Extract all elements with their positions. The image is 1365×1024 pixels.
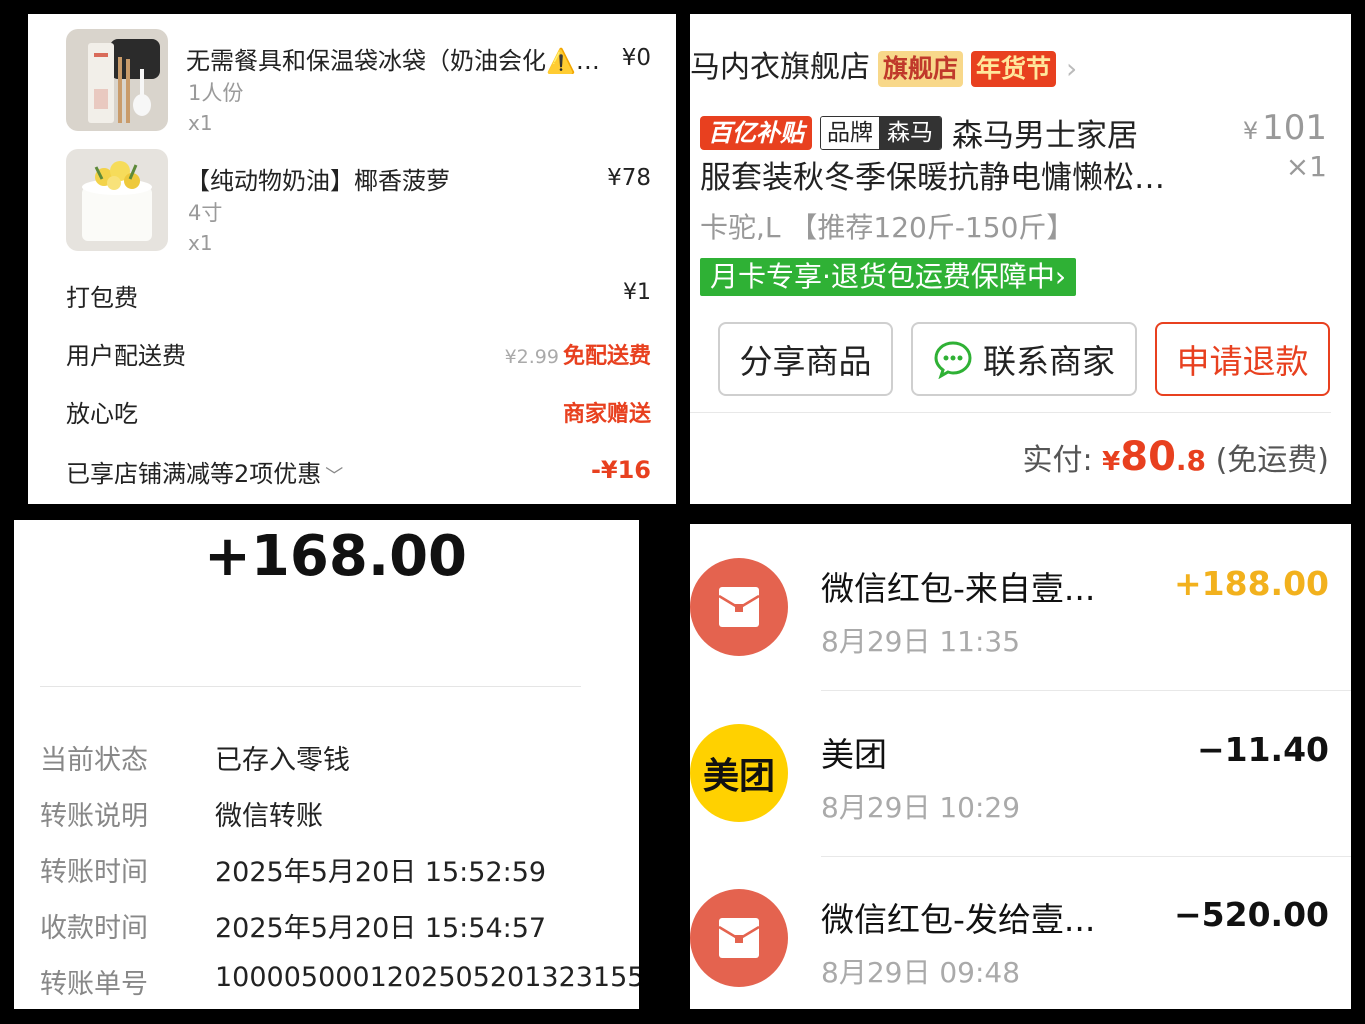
- row-label: 转账单号: [40, 969, 148, 1000]
- return-shipping-promo[interactable]: 月卡专享·退货包运费保障中›: [700, 258, 1077, 296]
- order-item-cake[interactable]: 【纯动物奶油】椰香菠萝 4寸 x1 ¥78: [66, 149, 651, 255]
- tableware-thumbnail: [66, 29, 168, 131]
- row-value: 微信转账: [215, 801, 323, 832]
- row-value: 2025年5月20日 15:54:57: [215, 913, 547, 944]
- delivery-fee-label: 用户配送费: [66, 342, 186, 370]
- product-qty: ×1: [1285, 150, 1327, 183]
- transaction-row[interactable]: 美团 美团 8月29日 10:29 −11.40: [690, 690, 1351, 850]
- product-order-panel: 马内衣旗舰店 旗舰店 年货节 › 百亿补贴 品牌 森马 森马男士家居 服套装秋冬季保暖抗静电…: [690, 14, 1351, 504]
- wallet-transactions-panel: 微信红包-来自壹... 8月29日 11:35 +188.00 美团 美团 8月…: [690, 524, 1351, 1009]
- receive-time-row: 收款时间 2025年5月20日 15:54:57: [40, 906, 630, 946]
- note-row: 转账说明 微信转账: [40, 794, 630, 834]
- row-value: 已存入零钱: [215, 745, 350, 776]
- paid-decimal: .8: [1175, 444, 1207, 477]
- item-price: ¥78: [607, 165, 651, 191]
- product-title-line2[interactable]: 服套装秋冬季保暖抗静电慵懒松…: [700, 152, 1165, 197]
- transaction-row[interactable]: 微信红包-发给壹... 8月29日 09:48 −520.00: [690, 855, 1351, 1009]
- row-label: 转账时间: [40, 857, 148, 888]
- transaction-title: 微信红包-发给壹...: [821, 900, 1096, 939]
- subsidy-badge: 百亿补贴: [700, 115, 812, 150]
- transfer-receipt-panel: +168.00 当前状态 已存入零钱 转账说明 微信转账 转账时间 2025年5…: [14, 520, 639, 1009]
- free-delivery-text: 免配送费: [562, 344, 651, 369]
- flagship-tag: 旗舰店: [878, 50, 964, 87]
- item-qty: x1: [188, 111, 213, 135]
- item-spec: 4寸: [188, 201, 223, 225]
- status-row: 当前状态 已存入零钱: [40, 738, 630, 778]
- row-value: 2025年5月20日 15:52:59: [215, 857, 547, 888]
- packing-fee-row: 打包费 ¥1: [66, 274, 651, 314]
- cake-thumbnail: [66, 149, 168, 251]
- transfer-time-row: 转账时间 2025年5月20日 15:52:59: [40, 850, 630, 890]
- price-currency: ¥: [1242, 117, 1259, 145]
- meituan-logo: 美团: [690, 724, 788, 822]
- discount-value: -¥16: [590, 456, 651, 484]
- row-label: 转账说明: [40, 801, 148, 832]
- transaction-time: 8月29日 11:35: [821, 625, 1021, 658]
- paid-integer: 80: [1120, 434, 1176, 480]
- share-product-button[interactable]: 分享商品: [718, 322, 893, 396]
- paid-label: 实付:: [1022, 443, 1093, 478]
- packing-fee-label: 打包费: [66, 284, 138, 312]
- transaction-amount: +188.00: [1174, 564, 1329, 603]
- assurance-label: 放心吃: [66, 400, 138, 428]
- paid-currency: ¥: [1102, 447, 1121, 477]
- free-shipping-note: (免运费): [1215, 443, 1329, 478]
- row-label: 收款时间: [40, 913, 148, 944]
- order-item-tableware[interactable]: 无需餐具和保温袋冰袋（奶油会化⚠️… 1人份 x1 ¥0: [66, 29, 651, 135]
- order-detail-panel: 无需餐具和保温袋冰袋（奶油会化⚠️… 1人份 x1 ¥0 【纯动物奶油】椰香菠萝…: [28, 14, 676, 504]
- transaction-id-row: 转账单号 1000050001202505201323155512553: [40, 962, 639, 1002]
- product-spec: 卡驼,L 【推荐120斤-150斤】: [700, 211, 1075, 244]
- product-price: ¥101: [1243, 108, 1327, 148]
- product-title-text: 森马男士家居: [952, 118, 1138, 154]
- transaction-title: 美团: [821, 735, 887, 774]
- brand-value: 森马: [879, 116, 941, 149]
- item-qty: x1: [188, 231, 213, 255]
- transaction-amount: −520.00: [1174, 895, 1329, 934]
- assurance-row: 放心吃 商家赠送: [66, 390, 651, 430]
- divider: [690, 412, 1331, 413]
- request-refund-button[interactable]: 申请退款: [1155, 322, 1330, 396]
- transfer-amount: +168.00: [204, 524, 468, 589]
- transaction-title: 微信红包-来自壹...: [821, 569, 1096, 608]
- item-price: ¥0: [621, 45, 651, 71]
- transaction-row[interactable]: 微信红包-来自壹... 8月29日 11:35 +188.00: [690, 524, 1351, 684]
- red-packet-icon: [690, 558, 788, 656]
- brand-badge: 品牌 森马: [820, 115, 942, 150]
- price-value: 101: [1262, 108, 1327, 148]
- transaction-amount: −11.40: [1196, 730, 1329, 769]
- store-name: 马内衣旗舰店: [690, 50, 870, 85]
- red-packet-icon: [690, 889, 788, 987]
- discount-label[interactable]: 已享店铺满减等2项优惠 ﹀: [66, 454, 343, 489]
- delivery-fee-row: 用户配送费 ¥2.99 免配送费: [66, 332, 651, 372]
- chevron-right-icon: ›: [1066, 52, 1078, 85]
- delivery-fee-value: ¥2.99 免配送费: [505, 338, 651, 370]
- festival-tag: 年货节: [971, 50, 1057, 87]
- transaction-time: 8月29日 10:29: [821, 791, 1021, 824]
- contact-seller-button[interactable]: 联系商家: [911, 322, 1137, 396]
- chevron-down-icon: ﹀: [325, 466, 344, 487]
- divider: [40, 686, 581, 687]
- row-label: 当前状态: [40, 745, 148, 776]
- discount-label-text: 已享店铺满减等2项优惠: [66, 460, 322, 488]
- contact-seller-label: 联系商家: [983, 342, 1115, 381]
- assurance-value: 商家赠送: [562, 402, 651, 427]
- item-spec: 1人份: [188, 81, 244, 105]
- packing-fee-value: ¥1: [623, 280, 651, 305]
- amount-paid: 实付: ¥80.8 (免运费): [1022, 434, 1329, 480]
- delivery-original-price: ¥2.99: [504, 346, 559, 368]
- store-header[interactable]: 马内衣旗舰店 旗舰店 年货节 ›: [690, 42, 1077, 87]
- item-name: 【纯动物奶油】椰香菠萝: [186, 167, 450, 195]
- brand-key: 品牌: [821, 116, 879, 149]
- transaction-time: 8月29日 09:48: [821, 956, 1021, 989]
- product-title-line1[interactable]: 百亿补贴 品牌 森马 森马男士家居: [700, 110, 1138, 155]
- transaction-id[interactable]: 1000050001202505201323155512553: [215, 962, 639, 993]
- item-name: 无需餐具和保温袋冰袋（奶油会化⚠️…: [186, 47, 600, 75]
- chat-bubble-icon: [934, 341, 972, 379]
- discount-row[interactable]: 已享店铺满减等2项优惠 ﹀ -¥16: [66, 450, 651, 490]
